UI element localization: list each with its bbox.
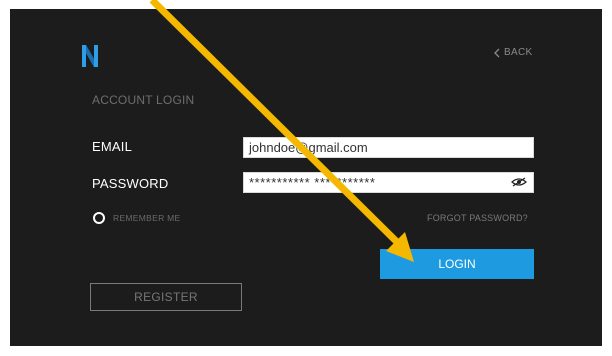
- login-button[interactable]: LOGIN: [380, 249, 534, 279]
- email-field[interactable]: johndoe@gmail.com: [243, 137, 534, 158]
- eye-slash-icon[interactable]: [511, 177, 527, 187]
- chevron-left-icon: [494, 48, 500, 57]
- remember-me-radio[interactable]: [93, 212, 105, 224]
- n-logo-icon: [82, 45, 98, 67]
- back-link[interactable]: BACK: [493, 47, 532, 58]
- back-label: BACK: [504, 47, 533, 58]
- password-field[interactable]: *********** ***********: [243, 172, 534, 193]
- register-button[interactable]: REGISTER: [90, 283, 242, 311]
- email-label: EMAIL: [92, 139, 133, 154]
- password-label: PASSWORD: [92, 176, 169, 191]
- remember-me-toggle[interactable]: REMEMBER ME: [93, 212, 181, 224]
- forgot-password-link[interactable]: FORGOT PASSWORD?: [427, 213, 528, 223]
- remember-me-label: REMEMBER ME: [113, 213, 181, 223]
- page-title: ACCOUNT LOGIN: [92, 93, 195, 107]
